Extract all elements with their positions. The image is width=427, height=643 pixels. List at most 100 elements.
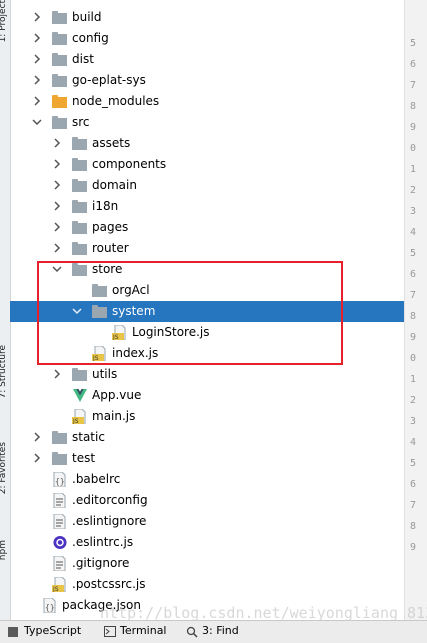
tree-item-label: test: [72, 451, 96, 465]
tree-item-label: config: [72, 31, 109, 45]
text-file-icon: [53, 556, 66, 571]
javascript-file-icon: JS: [72, 409, 86, 424]
eslint-file-icon: [53, 536, 67, 549]
editor-line-gutter: 5 6 7 8 9 0 1 2 3 4 5 6 7 8 9 0 1 2 3 4 5 6 7 8 9: [404, 0, 427, 620]
line-number: 5: [410, 38, 417, 49]
tree-item-label: components: [92, 157, 167, 171]
tree-item-label: .eslintrc.js: [72, 535, 134, 549]
tree-item-node-modules[interactable]: node_modules: [10, 91, 404, 112]
tree-item-editorconfig[interactable]: .editorconfig: [10, 490, 404, 511]
chevron-right-icon[interactable]: [52, 243, 62, 253]
folder-icon: [72, 367, 88, 382]
folder-icon: [72, 136, 88, 151]
tree-item-static[interactable]: static: [10, 427, 404, 448]
tree-item-label: assets: [92, 136, 131, 150]
tree-item-assets[interactable]: assets: [10, 133, 404, 154]
project-tool-tab[interactable]: 1: Project: [0, 0, 8, 42]
chevron-right-icon[interactable]: [32, 453, 42, 463]
folder-icon: [72, 178, 88, 193]
chevron-right-icon[interactable]: [32, 12, 42, 22]
tree-item-build[interactable]: build: [10, 7, 404, 28]
folder-icon: [72, 220, 88, 235]
folder-icon: [72, 157, 88, 172]
svg-text:JS: JS: [72, 418, 79, 424]
find-tab[interactable]: 3: Find: [202, 624, 239, 637]
chevron-right-icon[interactable]: [32, 96, 42, 106]
typescript-icon: [8, 627, 18, 637]
tree-item-main-js[interactable]: JS main.js: [10, 406, 404, 427]
chevron-right-icon[interactable]: [32, 33, 42, 43]
tree-item-eslintignore[interactable]: .eslintignore: [10, 511, 404, 532]
tree-item-components[interactable]: components: [10, 154, 404, 175]
line-number: 0: [410, 353, 417, 364]
tree-item-label: node_modules: [72, 94, 160, 108]
favorites-tool-tab[interactable]: 2: Favorites: [0, 442, 8, 494]
line-number: 0: [410, 143, 417, 154]
chevron-right-icon[interactable]: [52, 222, 62, 232]
line-number: 6: [410, 479, 417, 490]
tree-item-gitignore[interactable]: .gitignore: [10, 553, 404, 574]
tree-item-test[interactable]: test: [10, 448, 404, 469]
line-number: 6: [410, 269, 417, 280]
tree-item-label: .gitignore: [72, 556, 130, 570]
folder-icon: [52, 52, 68, 67]
svg-text:{}: {}: [55, 477, 65, 486]
tree-item-eslintrc-js[interactable]: .eslintrc.js: [10, 532, 404, 553]
tree-item-go-eplat-sys[interactable]: go-eplat-sys: [10, 70, 404, 91]
line-number: 5: [410, 248, 417, 259]
tree-item-app-vue[interactable]: App.vue: [10, 385, 404, 406]
line-number: 2: [410, 185, 417, 196]
search-icon: [186, 626, 198, 638]
chevron-right-icon[interactable]: [52, 369, 62, 379]
chevron-right-icon[interactable]: [52, 159, 62, 169]
line-number: 7: [410, 80, 417, 91]
tree-item-label: .eslintignore: [72, 514, 147, 528]
line-number: 6: [410, 59, 417, 70]
typescript-tab[interactable]: TypeScript: [24, 624, 81, 637]
chevron-right-icon[interactable]: [32, 75, 42, 85]
red-annotation-box: [37, 261, 343, 365]
line-number: 5: [410, 458, 417, 469]
chevron-right-icon[interactable]: [32, 432, 42, 442]
tree-item-label: static: [72, 430, 105, 444]
line-number: 8: [410, 521, 417, 532]
tree-item-pages[interactable]: pages: [10, 217, 404, 238]
tree-item-babelrc[interactable]: {} .babelrc: [10, 469, 404, 490]
tree-item-domain[interactable]: domain: [10, 175, 404, 196]
tree-item-dist[interactable]: dist: [10, 49, 404, 70]
tree-item-label: utils: [92, 367, 118, 381]
folder-icon: [72, 199, 88, 214]
line-number: 8: [410, 101, 417, 112]
tree-item-postcssrc-js[interactable]: JS .postcssrc.js: [10, 574, 404, 595]
line-number: 3: [410, 206, 417, 217]
folder-icon: [52, 115, 68, 130]
chevron-right-icon[interactable]: [32, 54, 42, 64]
tree-item-label: i18n: [92, 199, 119, 213]
chevron-right-icon[interactable]: [52, 201, 62, 211]
tree-item-src[interactable]: src: [10, 112, 404, 133]
terminal-tab[interactable]: Terminal: [120, 624, 167, 637]
line-number: 8: [410, 311, 417, 322]
folder-icon: [72, 241, 88, 256]
line-number: 1: [410, 374, 417, 385]
npm-tool-tab[interactable]: npm: [0, 540, 8, 560]
line-number: 1: [410, 164, 417, 175]
structure-tool-tab[interactable]: 7: Structure: [0, 345, 8, 399]
tree-item-config[interactable]: config: [10, 28, 404, 49]
terminal-icon: [104, 626, 116, 637]
line-number: 9: [410, 122, 417, 133]
json-config-file-icon: {}: [53, 472, 66, 487]
text-file-icon: [53, 493, 66, 508]
chevron-right-icon[interactable]: [52, 138, 62, 148]
json-file-icon: {}: [43, 598, 56, 613]
line-number: 2: [410, 395, 417, 406]
tree-item-label: App.vue: [92, 388, 142, 402]
chevron-down-icon[interactable]: [32, 117, 42, 127]
chevron-right-icon[interactable]: [52, 180, 62, 190]
svg-text:{}: {}: [45, 603, 55, 612]
line-number: 7: [410, 290, 417, 301]
tree-item-i18n[interactable]: i18n: [10, 196, 404, 217]
tree-item-router[interactable]: router: [10, 238, 404, 259]
text-file-icon: [53, 514, 66, 529]
tree-item-utils[interactable]: utils: [10, 364, 404, 385]
